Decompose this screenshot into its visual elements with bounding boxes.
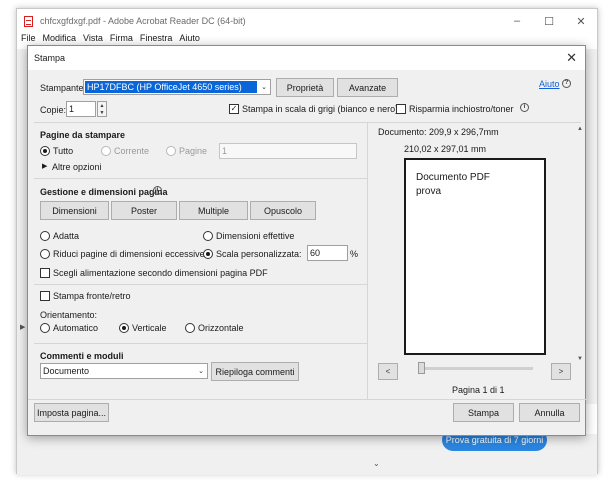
app-titlebar: chfcxgfdxgf.pdf - Adobe Acrobat Reader D… — [17, 9, 597, 33]
orientation-portrait-radio[interactable] — [119, 323, 129, 333]
chevron-down-icon: ⌄ — [261, 84, 267, 91]
printer-select[interactable]: HP17DFBC (HP OfficeJet 4650 series) ⌄ — [83, 79, 271, 95]
divider — [34, 284, 367, 285]
preview-slider-thumb[interactable] — [418, 362, 425, 374]
custom-scale-label: Scala personalizzata: — [216, 249, 302, 259]
preview-line-1: Documento PDF — [416, 172, 490, 183]
save-ink-checkbox[interactable] — [396, 104, 406, 114]
percent-unit: % — [350, 249, 359, 259]
duplex-checkbox[interactable] — [40, 291, 50, 301]
window-controls: – ☐ ✕ — [501, 9, 597, 33]
grayscale-checkbox[interactable]: ✓ — [229, 104, 239, 114]
comments-select-value: Documento — [43, 366, 90, 376]
preview-slider-track[interactable] — [420, 367, 533, 370]
custom-scale-radio[interactable] — [203, 249, 213, 259]
next-page-button[interactable]: > — [551, 363, 571, 380]
close-icon[interactable]: ✕ — [566, 50, 577, 66]
grayscale-label: Stampa in scala di grigi (bianco e nero) — [242, 104, 399, 114]
paper-source-checkbox[interactable] — [40, 268, 50, 278]
fit-radio[interactable] — [40, 231, 50, 241]
page-setup-button[interactable]: Imposta pagina... — [34, 403, 109, 422]
copies-stepper[interactable]: ▲ ▼ — [97, 101, 107, 117]
page-size: 210,02 x 297,01 mm — [404, 144, 487, 154]
pages-current-radio[interactable] — [101, 146, 111, 156]
copies-input[interactable]: 1 — [66, 101, 96, 117]
orientation-landscape-radio[interactable] — [185, 323, 195, 333]
duplex-label: Stampa fronte/retro — [53, 291, 131, 301]
pages-current-label: Corrente — [114, 146, 150, 156]
divider — [28, 399, 587, 400]
print-button[interactable]: Stampa — [453, 403, 514, 422]
pages-range-label: Pagine — [179, 146, 208, 156]
expand-triangle-icon[interactable]: ▶ — [42, 162, 47, 170]
printer-select-value: HP17DFBC (HP OfficeJet 4650 series) — [85, 81, 257, 93]
minimize-icon[interactable]: – — [501, 9, 533, 33]
paper-source-label: Scegli alimentazione secondo dimensioni … — [53, 268, 268, 278]
fit-label: Adatta — [53, 231, 80, 241]
sizing-heading: Gestione e dimensioni pagina — [40, 187, 168, 197]
chevron-down-icon: ⌄ — [198, 368, 204, 375]
tab-dimensioni[interactable]: Dimensioni — [40, 201, 109, 220]
scroll-down-icon[interactable]: ▼ — [577, 356, 583, 362]
cancel-button[interactable]: Annulla — [519, 403, 580, 422]
close-window-icon[interactable]: ✕ — [565, 9, 597, 33]
preview-line-2: prova — [416, 186, 442, 197]
actual-size-label: Dimensioni effettive — [216, 231, 295, 241]
shrink-radio[interactable] — [40, 249, 50, 259]
orientation-auto-radio[interactable] — [40, 323, 50, 333]
save-ink-label: Risparmia inchiostro/toner — [409, 104, 514, 114]
scroll-up-icon[interactable]: ▲ — [577, 126, 583, 132]
print-preview-page: Documento PDF prova — [404, 158, 546, 355]
tab-multiple[interactable]: Multiple — [179, 201, 248, 220]
increment-icon[interactable]: ▲ — [100, 103, 105, 109]
help-link[interactable]: Aiuto — [539, 79, 560, 89]
app-title: chfcxgfdxgf.pdf - Adobe Acrobat Reader D… — [40, 16, 246, 26]
copies-label: Copie: — [40, 105, 67, 115]
sizing-info-icon[interactable]: i — [153, 186, 162, 195]
dialog-title: Stampa — [34, 53, 66, 63]
pages-all-radio[interactable] — [40, 146, 50, 156]
printer-label: Stampante: — [40, 83, 87, 93]
properties-button[interactable]: Proprietà — [276, 78, 334, 97]
divider — [34, 178, 367, 179]
comments-heading: Commenti e moduli — [40, 351, 124, 361]
divider — [34, 122, 581, 123]
pages-heading: Pagine da stampare — [40, 130, 126, 140]
more-options-link[interactable]: Altre opzioni — [52, 162, 102, 172]
pages-range-radio[interactable] — [166, 146, 176, 156]
dialog-titlebar: Stampa ✕ — [28, 46, 585, 70]
page-indicator: Pagina 1 di 1 — [452, 385, 505, 395]
orientation-auto-label: Automatico — [53, 323, 99, 333]
comments-select[interactable]: Documento ⌄ — [40, 363, 208, 379]
help-info-icon[interactable]: ? — [562, 79, 571, 88]
orientation-label: Orientamento: — [40, 310, 98, 320]
advanced-button[interactable]: Avanzate — [337, 78, 398, 97]
pages-range-input[interactable]: 1 — [219, 143, 357, 159]
tab-opuscolo[interactable]: Opuscolo — [250, 201, 316, 220]
tab-poster[interactable]: Poster — [111, 201, 177, 220]
shrink-label: Riduci pagine di dimensioni eccessive — [53, 249, 205, 259]
pdf-file-icon — [24, 15, 33, 27]
pages-all-label: Tutto — [53, 146, 74, 156]
orientation-landscape-label: Orizzontale — [198, 323, 244, 333]
actual-size-radio[interactable] — [203, 231, 213, 241]
expand-panel-icon[interactable]: ▶ — [20, 323, 25, 331]
maximize-icon[interactable]: ☐ — [533, 9, 565, 33]
scroll-down-icon[interactable]: ⌄ — [373, 459, 380, 468]
save-ink-info-icon[interactable]: i — [520, 103, 529, 112]
print-dialog: Stampa ✕ Stampante: HP17DFBC (HP OfficeJ… — [27, 45, 587, 436]
document-size: Documento: 209,9 x 296,7mm — [378, 127, 499, 137]
column-divider — [367, 123, 368, 399]
divider — [34, 343, 367, 344]
summarize-comments-button[interactable]: Riepiloga commenti — [211, 362, 299, 381]
orientation-portrait-label: Verticale — [132, 323, 167, 333]
decrement-icon[interactable]: ▼ — [100, 110, 105, 116]
prev-page-button[interactable]: < — [378, 363, 398, 380]
custom-scale-input[interactable]: 60 — [307, 245, 348, 261]
